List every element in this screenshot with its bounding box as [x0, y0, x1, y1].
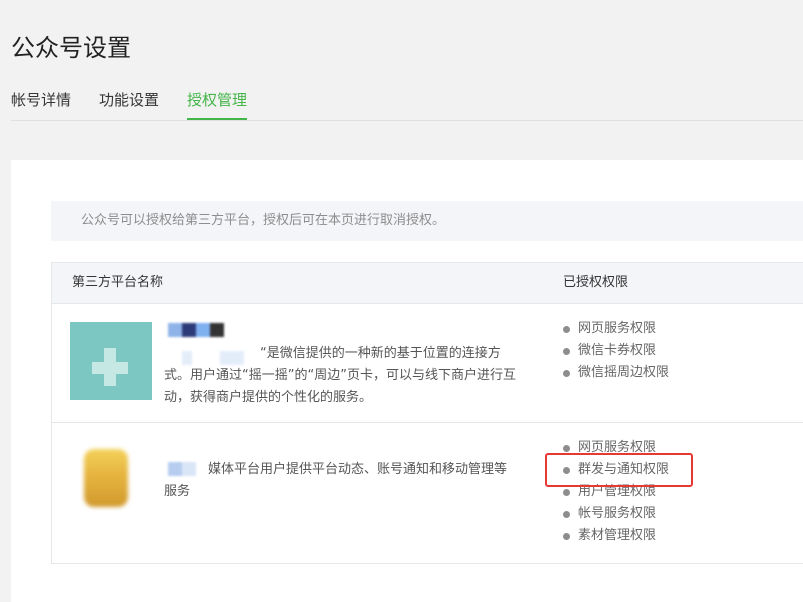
permission-item: 帐号服务权限: [563, 503, 669, 525]
platform-logo: [70, 322, 152, 400]
highlight-annotation-box: [545, 453, 693, 487]
platform-description: 媒体平台用户提供平台动态、账号通知和移动管理等服务: [164, 462, 508, 499]
tab-bar: 帐号详情 功能设置 授权管理: [11, 88, 803, 121]
permission-item: 素材管理权限: [563, 525, 669, 547]
authorization-notice: 公众号可以授权给第三方平台，授权后可在本页进行取消授权。: [51, 201, 803, 241]
permission-list: 网页服务权限 微信卡券权限 微信摇周边权限: [563, 318, 669, 384]
permission-item: 网页服务权限: [563, 318, 669, 340]
tab-feature-settings[interactable]: 功能设置: [99, 90, 159, 120]
authorized-platforms-table: 第三方平台名称 已授权权限 “是微信提供的一种新的基于位置的连接方式。用户通过“…: [51, 262, 803, 564]
permission-item: 微信摇周边权限: [563, 362, 669, 384]
tab-authorization-management[interactable]: 授权管理: [187, 90, 248, 120]
platform-logo: [84, 449, 128, 507]
table-row: 媒体平台用户提供平台动态、账号通知和移动管理等服务 网页服务权限 群发与通知权限…: [52, 423, 803, 563]
header-permissions: 已授权权限: [563, 275, 629, 290]
platform-description: “是微信提供的一种新的基于位置的连接方式。用户通过“摇一摇”的“周边”页卡，可以…: [164, 346, 516, 405]
content-card: 公众号可以授权给第三方平台，授权后可在本页进行取消授权。 第三方平台名称 已授权…: [11, 160, 803, 602]
page-title: 公众号设置: [11, 34, 131, 62]
header-platform-name: 第三方平台名称: [72, 275, 164, 290]
table-row: “是微信提供的一种新的基于位置的连接方式。用户通过“摇一摇”的“周边”页卡，可以…: [52, 304, 803, 423]
blurred-platform-name: [168, 322, 224, 341]
table-header: 第三方平台名称 已授权权限: [52, 263, 803, 304]
permission-item: 微信卡券权限: [563, 340, 669, 362]
tab-account-details[interactable]: 帐号详情: [11, 90, 71, 120]
